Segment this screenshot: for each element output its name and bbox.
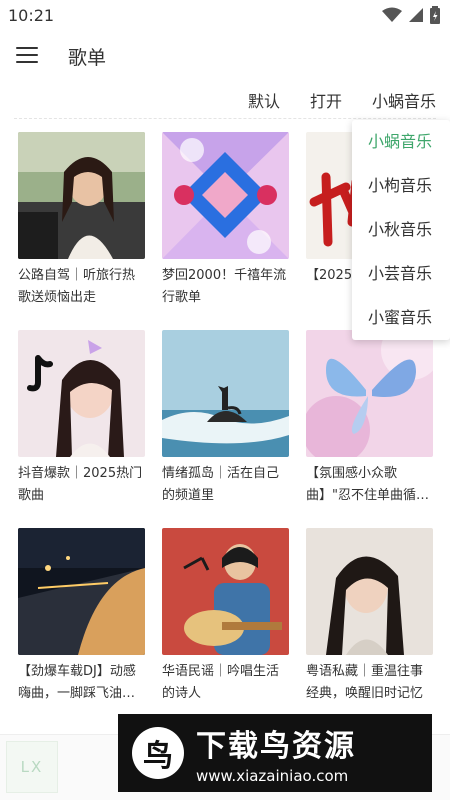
playlist-title: 梦回2000！千禧年流行歌单 [162,268,287,305]
playlist-title: 公路自驾｜听旅行热歌送烦恼出走 [18,268,136,305]
playlist-card[interactable]: 抖音爆款｜2025热门歌曲 [18,330,145,507]
watermark-title: 下载鸟资源 [196,729,356,764]
playlist-title: 抖音爆款｜2025热门歌曲 [18,466,143,503]
app-bar: 歌单 [0,32,450,78]
battery-icon [430,6,440,24]
playlist-title: 华语民谣｜吟唱生活的诗人 [162,664,280,701]
watermark-text: 下载鸟资源 www.xiazainiao.com [196,721,356,785]
playlist-cover[interactable] [306,528,433,655]
wifi-icon [382,7,402,22]
dropdown-item-xiaomi[interactable]: 小蜜音乐 [352,296,450,340]
playlist-cover[interactable] [162,528,289,655]
signal-icon [409,8,423,22]
status-icons [382,6,440,24]
dropdown-item-xiaowo[interactable]: 小蜗音乐 [352,120,450,164]
dropdown-item-xiaoqiu[interactable]: 小秋音乐 [352,208,450,252]
dropdown-item-xiaogou[interactable]: 小枸音乐 [352,164,450,208]
playlist-card[interactable]: 华语民谣｜吟唱生活的诗人 [162,528,289,705]
playlist-title: 情绪孤岛｜活在自己的频道里 [162,466,280,503]
tab-default[interactable]: 默认 [248,88,280,112]
status-bar: 10:21 [0,0,450,32]
tab-source-select[interactable]: 小蜗音乐 [372,88,436,112]
divider [14,118,436,119]
status-time: 10:21 [8,6,55,25]
menu-icon[interactable] [16,42,42,68]
source-dropdown-menu: 小蜗音乐 小枸音乐 小秋音乐 小芸音乐 小蜜音乐 [352,120,450,340]
watermark-banner: 鸟 下载鸟资源 www.xiazainiao.com [118,714,432,792]
playlist-card[interactable]: 粤语私藏｜重温往事经典，唤醒旧时记忆 [306,528,433,705]
page-title: 歌单 [68,47,107,69]
playlist-cover[interactable] [18,330,145,457]
player-logo[interactable]: LX [6,741,58,793]
playlist-title: 粤语私藏｜重温往事经典，唤醒旧时记忆 [306,664,424,701]
playlist-cover[interactable] [162,330,289,457]
playlist-cover[interactable] [18,132,145,259]
playlist-card[interactable]: 【劲爆车载DJ】动感嗨曲，一脚踩飞油… [18,528,145,705]
playlist-cover[interactable] [306,330,433,457]
playlist-cover[interactable] [18,528,145,655]
playlist-title: 【氛围感小众歌曲】"忍不住单曲循… [306,466,429,503]
playlist-card[interactable]: 情绪孤岛｜活在自己的频道里 [162,330,289,507]
playlist-title: 【劲爆车载DJ】动感嗨曲，一脚踩飞油… [18,664,136,701]
dropdown-item-xiaoyun[interactable]: 小芸音乐 [352,252,450,296]
tab-open[interactable]: 打开 [310,88,342,112]
bird-logo-icon: 鸟 [132,727,184,779]
source-tabs: 默认 打开 小蜗音乐 [248,88,436,112]
playlist-cover[interactable] [162,132,289,259]
watermark-url: www.xiazainiao.com [196,767,349,785]
playlist-card[interactable]: 梦回2000！千禧年流行歌单 [162,132,289,309]
playlist-card[interactable]: 公路自驾｜听旅行热歌送烦恼出走 [18,132,145,309]
playlist-card[interactable]: 【氛围感小众歌曲】"忍不住单曲循… [306,330,433,507]
